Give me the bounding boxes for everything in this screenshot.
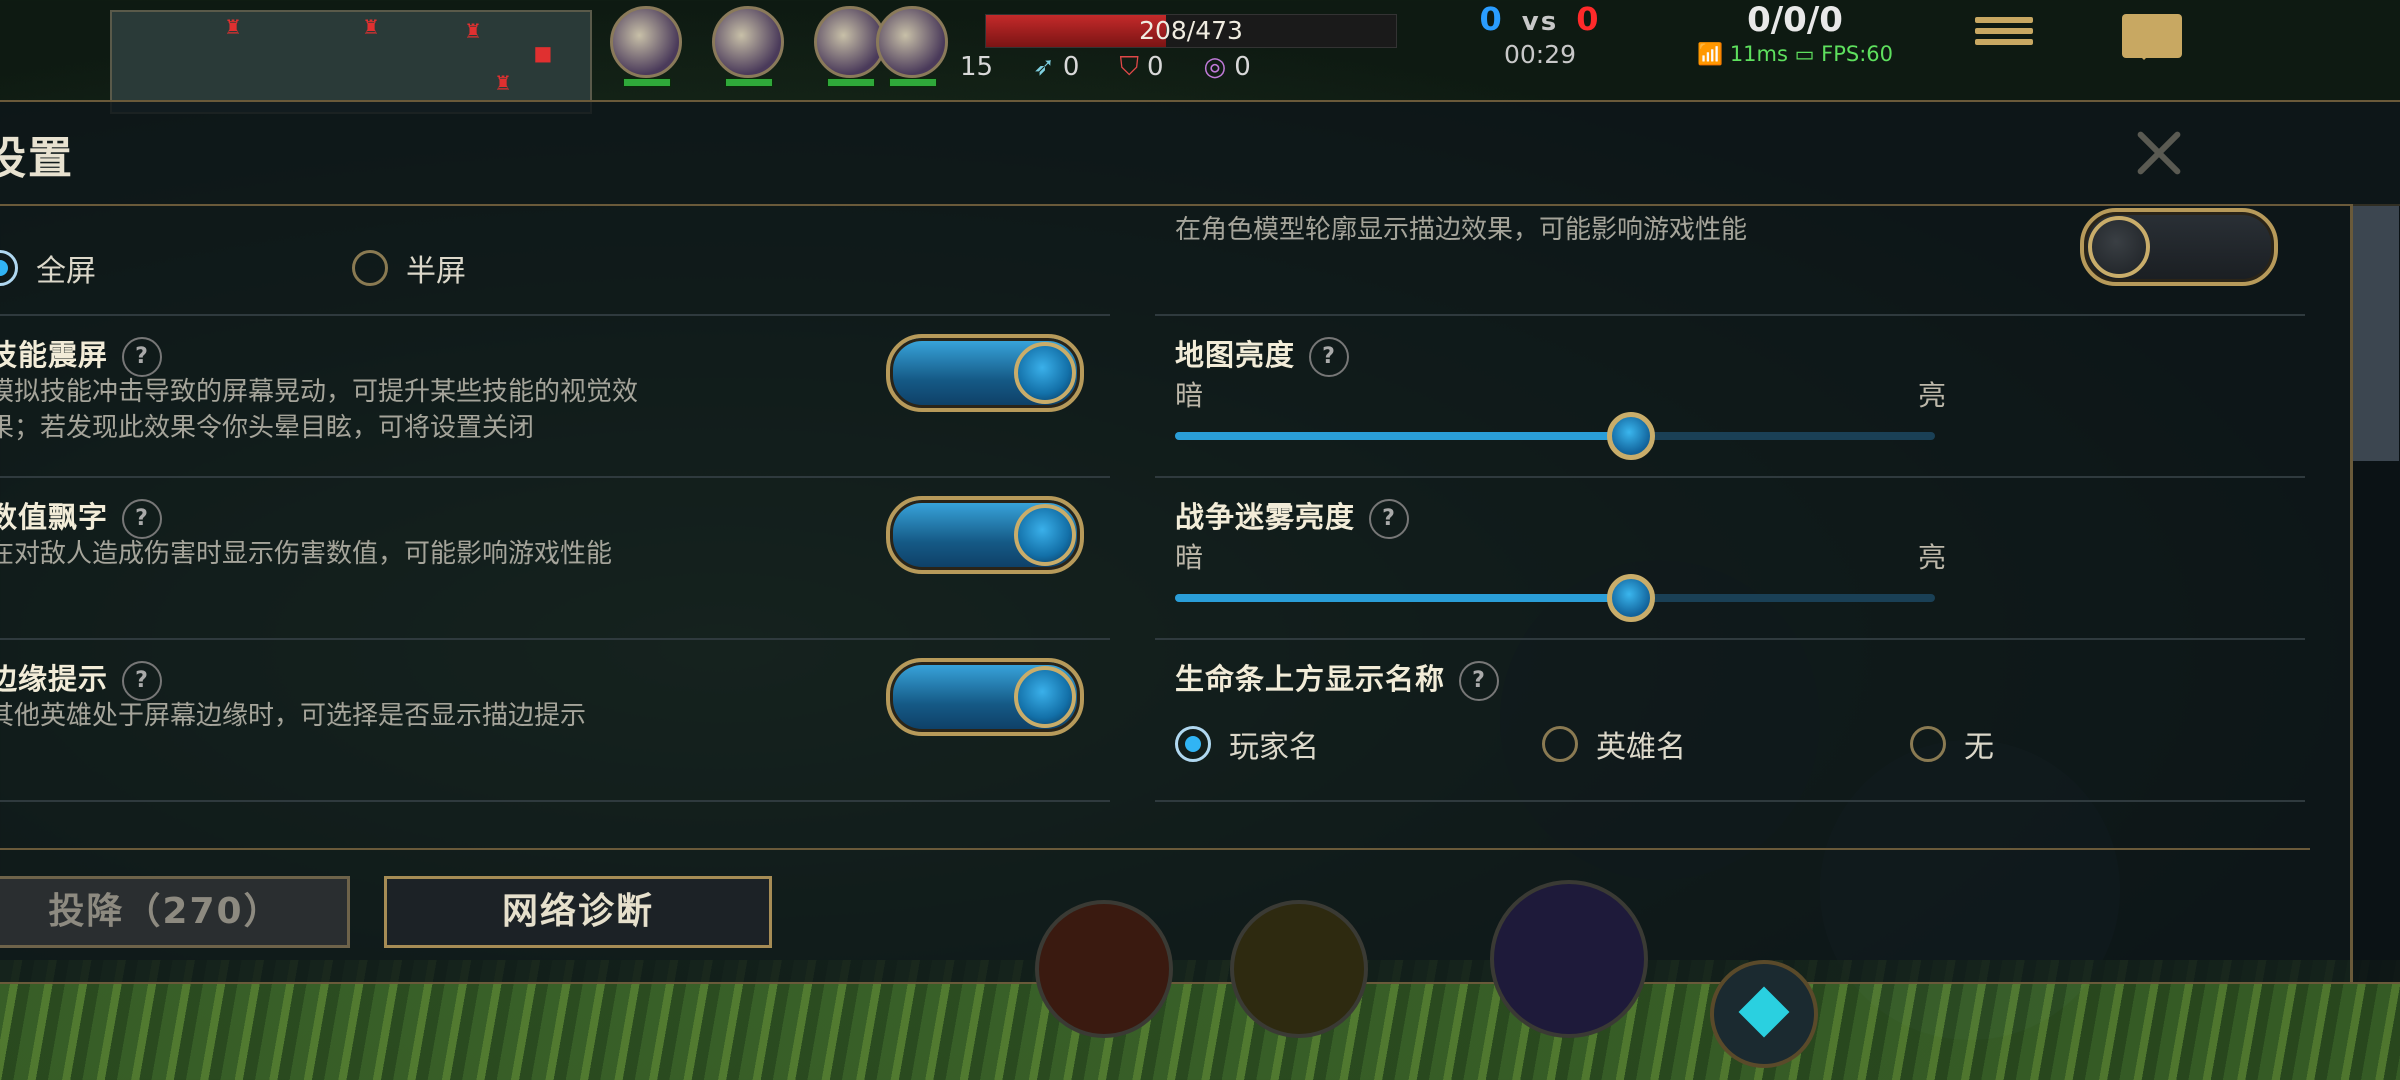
network-status: 📶 11ms ▭ FPS:60 — [1670, 42, 1920, 67]
enemy-marker-icon: ♜ — [464, 19, 482, 43]
fps-text: FPS:60 — [1821, 42, 1894, 66]
radio-player-name[interactable]: 玩家名 — [1175, 722, 1319, 766]
ping-text: 11ms — [1729, 42, 1788, 66]
skill-shake-toggle[interactable] — [886, 334, 1084, 412]
divider — [1155, 476, 2305, 478]
recall-icon[interactable] — [1710, 960, 1818, 1068]
radio-fullscreen[interactable]: 全屏 — [0, 246, 96, 290]
kda-text: 0/0/0 — [1747, 0, 1843, 40]
setting-title-map-brightness: 地图亮度? — [1175, 332, 1350, 377]
divider — [0, 638, 1110, 640]
slider-min-label: 暗 — [1175, 541, 1204, 574]
damage-numbers-toggle[interactable] — [886, 496, 1084, 574]
battery-icon: ▭ — [1794, 42, 1815, 66]
radio-label: 全屏 — [36, 254, 96, 289]
help-icon[interactable]: ? — [122, 337, 163, 377]
surrender-button[interactable]: 投降（270） — [0, 876, 350, 948]
ward-icon: ◎ — [1203, 52, 1227, 82]
radio-empty-icon — [1542, 726, 1578, 762]
ally-portrait[interactable] — [610, 6, 682, 87]
menu-icon[interactable] — [1975, 12, 2033, 56]
stat-c: ◎ 0 — [1203, 52, 1251, 82]
setting-title-damage-numbers: 数值飘字? — [0, 494, 163, 539]
ally-portrait[interactable] — [712, 6, 784, 87]
footer-divider — [0, 848, 2310, 850]
radio-champion-name[interactable]: 英雄名 — [1542, 722, 1686, 766]
radio-label: 英雄名 — [1596, 730, 1686, 765]
divider — [1155, 800, 2305, 802]
radio-label: 半屏 — [406, 254, 466, 289]
outline-toggle[interactable] — [2080, 208, 2278, 286]
slider-max-label: 亮 — [1918, 541, 1947, 574]
enemy-marker-icon: ♜ — [362, 15, 380, 39]
setting-desc-edge-hint: 其他英雄处于屏幕边缘时，可选择是否显示描边提示 — [0, 701, 587, 731]
divider — [1155, 638, 2305, 640]
radio-selected-icon — [0, 250, 18, 286]
enemy-marker-icon: ♜ — [224, 15, 242, 39]
page-title: 设置 — [0, 133, 74, 184]
help-icon[interactable]: ? — [122, 661, 163, 701]
slider-max-label: 亮 — [1918, 379, 1947, 412]
slider-min-label: 暗 — [1175, 379, 1204, 412]
close-icon[interactable] — [2130, 124, 2186, 180]
wifi-icon: 📶 — [1696, 42, 1724, 66]
team-portraits — [610, 6, 948, 87]
game-timer: 00:29 — [1503, 40, 1577, 69]
help-icon[interactable]: ? — [1309, 337, 1350, 377]
cs-stat: 15 — [960, 52, 994, 82]
ally-portrait[interactable] — [876, 6, 948, 87]
setting-desc-skill-shake: 模拟技能冲击导致的屏幕晃动，可提升某些技能的视觉效 果；若发现此效果令你头晕目眩，… — [0, 377, 639, 443]
outline-desc: 在角色模型轮廓显示描边效果，可能影响游戏性能 — [1175, 215, 1748, 245]
slider-handle[interactable] — [1607, 574, 1655, 622]
help-icon[interactable]: ? — [1459, 661, 1500, 701]
radio-empty-icon — [352, 250, 388, 286]
setting-desc-damage-numbers: 在对敌人造成伤害时显示伤害数值，可能影响游戏性能 — [0, 539, 613, 569]
stat-a: ➶ 0 — [1033, 52, 1080, 82]
health-text: 208/473 — [1139, 16, 1243, 45]
divider — [0, 800, 1110, 802]
chat-icon[interactable] — [2122, 14, 2182, 60]
game-hud: ♜ ♜ ♜ ■ ♜ 208/473 15 ➶ 0 ⛉ 0 ◎ 0 0 vs 0 00:29… — [0, 0, 2400, 114]
divider — [0, 314, 1110, 316]
divider — [1155, 314, 2305, 316]
settings-header: 设置 — [0, 102, 2400, 206]
radio-label: 无 — [1964, 730, 1994, 765]
slider-handle[interactable] — [1607, 412, 1655, 460]
radio-halfscreen[interactable]: 半屏 — [352, 246, 466, 290]
stat-b: ⛉ 0 — [1119, 52, 1164, 82]
divider — [0, 476, 1110, 478]
enemy-marker-icon: ■ — [533, 41, 553, 65]
settings-panel: 设置 全屏 半屏 在角色模型轮廓显示描边效果，可能影响游戏性能 技能震屏? 模拟… — [0, 100, 2400, 984]
red-score: 0 — [1576, 0, 1601, 38]
radio-label: 玩家名 — [1229, 730, 1319, 765]
setting-title-skill-shake: 技能震屏? — [0, 332, 163, 377]
setting-title-fog-brightness: 战争迷雾亮度? — [1175, 494, 1410, 539]
setting-title-nameplate: 生命条上方显示名称? — [1175, 656, 1500, 701]
minimap[interactable]: ♜ ♜ ♜ ■ ♜ — [110, 10, 592, 114]
blue-score: 0 — [1479, 0, 1504, 38]
radio-selected-icon — [1175, 726, 1211, 762]
vs-label: vs — [1521, 7, 1559, 37]
settings-content: 全屏 半屏 在角色模型轮廓显示描边效果，可能影响游戏性能 技能震屏? 模拟技能冲… — [0, 206, 2350, 948]
radio-empty-icon — [1910, 726, 1946, 762]
map-brightness-slider[interactable] — [1175, 412, 1935, 460]
kda-panel: 0/0/0 📶 11ms ▭ FPS:60 — [1670, 0, 1920, 67]
feather-icon: ➶ — [1033, 52, 1055, 82]
edge-hint-toggle[interactable] — [886, 658, 1084, 736]
skill-w-icon[interactable] — [1230, 900, 1368, 1038]
skill-r-icon[interactable] — [1490, 880, 1648, 1038]
team-score: 0 vs 0 00:29 — [1450, 0, 1630, 70]
enemy-marker-icon: ♜ — [494, 71, 512, 95]
scrollbar-thumb[interactable] — [2353, 206, 2399, 461]
combat-stats: 15 ➶ 0 ⛉ 0 ◎ 0 — [960, 52, 1251, 83]
setting-title-edge-hint: 边缘提示? — [0, 656, 163, 701]
skill-q-icon[interactable] — [1035, 900, 1173, 1038]
health-bar: 208/473 — [985, 14, 1397, 48]
fog-brightness-slider[interactable] — [1175, 574, 1935, 622]
network-diagnosis-button[interactable]: 网络诊断 — [384, 876, 772, 948]
help-icon[interactable]: ? — [122, 499, 163, 539]
help-icon[interactable]: ? — [1369, 499, 1410, 539]
radio-none[interactable]: 无 — [1910, 722, 1994, 766]
shield-icon: ⛉ — [1119, 52, 1139, 82]
